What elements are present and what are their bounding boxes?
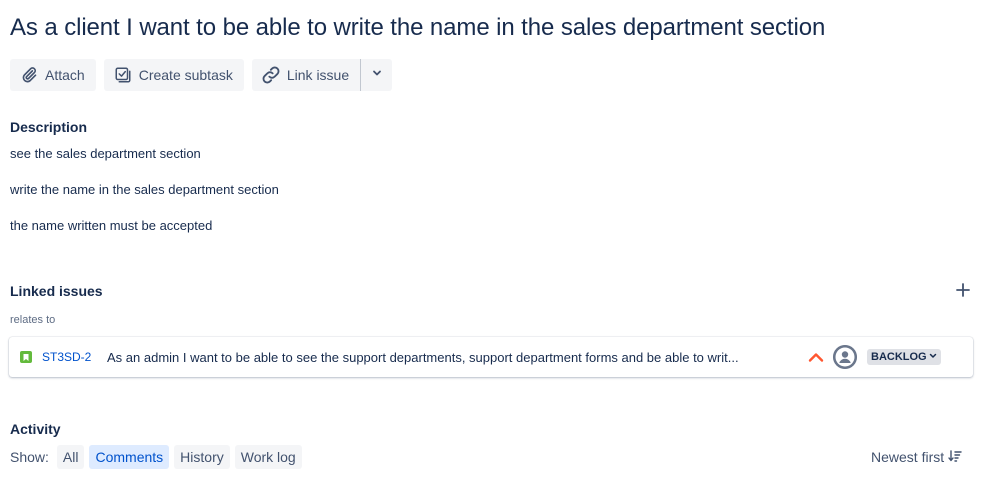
activity-heading: Activity [10, 421, 61, 437]
linked-issue-summary[interactable]: As an admin I want to be able to see the… [107, 350, 797, 365]
create-subtask-button[interactable]: Create subtask [103, 59, 244, 91]
sort-descending-icon [948, 449, 962, 465]
more-actions-dropdown[interactable] [360, 59, 393, 91]
description-line[interactable]: the name written must be accepted [10, 218, 212, 233]
linked-issue-row[interactable]: ST3SD-2 As an admin I want to be able to… [9, 337, 973, 377]
relation-type-label: relates to [10, 314, 56, 326]
story-icon [20, 351, 32, 363]
link-issue-split-button: Link issue [251, 59, 393, 91]
sort-order-button[interactable]: Newest first [871, 449, 962, 465]
description-heading: Description [10, 119, 88, 135]
high-priority-icon [807, 350, 825, 364]
plus-icon [956, 282, 970, 302]
linked-issue-status[interactable]: BACKLOG [867, 349, 941, 365]
activity-filter-bar: Show: All Comments History Work log [10, 445, 302, 469]
filter-history-button[interactable]: History [174, 445, 230, 469]
link-issue-label: Link issue [286, 67, 350, 83]
paperclip-icon [18, 65, 40, 85]
linked-issues-heading: Linked issues [10, 283, 103, 299]
issue-toolbar: Attach Create subtask Link issue [10, 59, 393, 91]
assignee-avatar[interactable] [833, 345, 857, 369]
attach-label: Attach [45, 67, 85, 83]
filter-all-button[interactable]: All [56, 445, 85, 469]
filter-work-log-button[interactable]: Work log [234, 445, 302, 469]
link-issue-button[interactable]: Link issue [251, 59, 361, 91]
add-linked-issue-button[interactable] [954, 282, 972, 302]
issue-title[interactable]: As a client I want to be able to write t… [10, 14, 825, 42]
attach-button[interactable]: Attach [10, 59, 96, 91]
description-line[interactable]: see the sales department section [10, 146, 201, 161]
create-subtask-label: Create subtask [138, 67, 233, 83]
sort-label: Newest first [871, 449, 945, 465]
chevron-down-icon [929, 351, 937, 363]
link-icon [260, 65, 282, 85]
description-line[interactable]: write the name in the sales department s… [10, 182, 279, 197]
linked-issue-key[interactable]: ST3SD-2 [42, 350, 98, 364]
subtask-icon [112, 65, 134, 85]
chevron-down-icon [371, 66, 383, 84]
status-label: BACKLOG [871, 351, 927, 363]
show-label: Show: [10, 449, 49, 465]
filter-comments-button[interactable]: Comments [89, 445, 170, 469]
